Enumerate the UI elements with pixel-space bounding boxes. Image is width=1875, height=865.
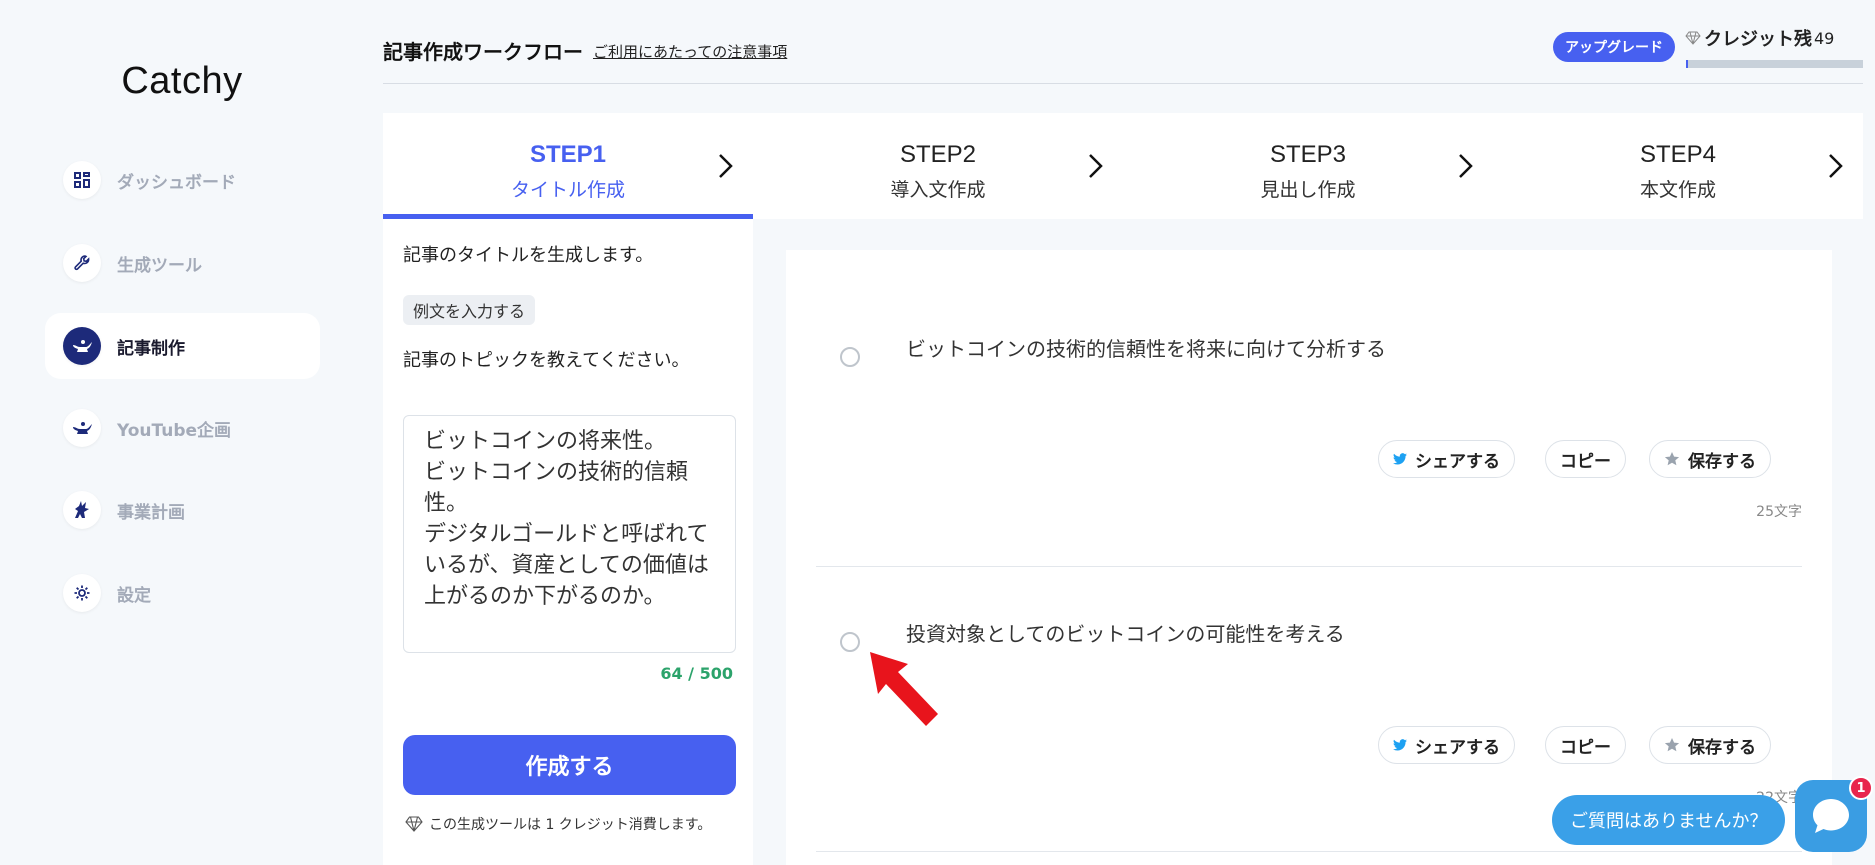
twitter-icon — [1393, 739, 1407, 751]
step-number: STEP1 — [529, 141, 607, 168]
star-icon — [1664, 452, 1680, 466]
twitter-icon — [1393, 453, 1407, 465]
sidebar-item-tools[interactable]: 生成ツール — [45, 230, 320, 296]
top-header: 記事作成ワークフロー ご利用にあたっての注意事項 アップグレード クレジット残 … — [383, 0, 1863, 84]
sidebar-item-article[interactable]: 記事制作 — [45, 313, 320, 379]
chevron-right-icon — [1089, 154, 1103, 178]
star-icon — [1664, 738, 1680, 752]
input-panel: 記事のタイトルを生成します。 例文を入力する 記事のトピックを教えてください。 … — [383, 219, 753, 865]
step-label: タイトル作成 — [510, 179, 625, 201]
notification-badge: 1 — [1849, 776, 1873, 800]
workflow-steps: STEP1 タイトル作成 STEP2 導入文作成 STEP3 見出し作成 STE… — [383, 113, 1863, 219]
chat-icon — [1813, 799, 1849, 833]
step-1-tab[interactable]: STEP1 タイトル作成 — [383, 113, 753, 219]
share-label: シェアする — [1415, 737, 1500, 758]
app-logo[interactable]: Catchy — [0, 60, 364, 103]
diamond-icon — [405, 816, 423, 832]
step-label: 導入文作成 — [890, 179, 986, 201]
sidebar-item-label: 設定 — [117, 585, 151, 606]
results-panel: ビットコインの技術的信頼性を将来に向けて分析する シェアする コピー 保存する … — [786, 250, 1832, 865]
step-number: STEP2 — [899, 141, 977, 168]
save-button[interactable]: 保存する — [1649, 440, 1771, 478]
dashboard-icon — [63, 161, 101, 199]
create-button[interactable]: 作成する — [403, 735, 736, 795]
unicorn-icon — [63, 491, 101, 529]
annotation-arrow-icon — [870, 652, 938, 726]
credit-balance: クレジット残 49 — [1685, 25, 1834, 51]
character-count: 64 / 500 — [660, 664, 733, 683]
sidebar-item-label: 記事制作 — [117, 338, 185, 359]
result-title: 投資対象としてのビットコインの可能性を考える — [906, 622, 1345, 646]
sidebar-item-business-plan[interactable]: 事業計画 — [45, 477, 320, 543]
copy-button[interactable]: コピー — [1545, 440, 1626, 478]
chevron-right-icon — [1829, 154, 1843, 178]
result-radio[interactable] — [840, 632, 860, 652]
chat-prompt-bubble[interactable]: ご質問はありませんか？ — [1552, 795, 1786, 845]
topic-label: 記事のトピックを教えてください。 — [403, 350, 690, 371]
credit-cost-text: この生成ツールは 1 クレジット消費します。 — [429, 817, 712, 833]
chevron-right-icon — [1459, 154, 1473, 178]
gear-icon — [63, 574, 101, 612]
tool-description: 記事のタイトルを生成します。 — [403, 245, 654, 266]
result-divider — [816, 851, 1802, 852]
usage-notice-link[interactable]: ご利用にあたっての注意事項 — [593, 41, 787, 62]
credit-progress-bar — [1686, 60, 1863, 68]
step-2-tab[interactable]: STEP2 導入文作成 — [753, 113, 1123, 219]
share-button[interactable]: シェアする — [1378, 726, 1515, 764]
step-number: STEP4 — [1639, 141, 1717, 168]
save-label: 保存する — [1688, 737, 1756, 758]
credit-label: クレジット残 — [1704, 29, 1812, 50]
page-title: 記事作成ワークフロー — [383, 40, 583, 64]
share-label: シェアする — [1415, 451, 1500, 472]
step-label: 見出し作成 — [1260, 179, 1356, 201]
copy-button[interactable]: コピー — [1545, 726, 1626, 764]
sidebar-item-dashboard[interactable]: ダッシュボード — [45, 147, 320, 213]
step-label: 本文作成 — [1639, 179, 1716, 201]
step-3-tab[interactable]: STEP3 見出し作成 — [1123, 113, 1493, 219]
result-title: ビットコインの技術的信頼性を将来に向けて分析する — [906, 337, 1386, 361]
save-button[interactable]: 保存する — [1649, 726, 1771, 764]
sidebar: Catchy ダッシュボード 生成ツール 記事制作 YouTube企画 事業計画 — [0, 0, 370, 865]
result-length: 25文字 — [1756, 504, 1802, 520]
sidebar-item-label: 事業計画 — [117, 502, 185, 523]
sidebar-item-youtube[interactable]: YouTube企画 — [45, 395, 320, 461]
step-4-tab[interactable]: STEP4 本文作成 — [1493, 113, 1863, 219]
insert-example-button[interactable]: 例文を入力する — [403, 295, 536, 325]
genie-lamp-icon — [63, 327, 101, 365]
result-radio[interactable] — [840, 347, 860, 367]
credit-progress-fill — [1686, 60, 1688, 68]
sidebar-item-label: YouTube企画 — [117, 420, 232, 441]
save-label: 保存する — [1688, 451, 1756, 472]
sidebar-item-settings[interactable]: 設定 — [45, 560, 320, 626]
chevron-right-icon — [719, 154, 733, 178]
genie-lamp-icon — [63, 409, 101, 447]
diamond-icon — [1685, 31, 1701, 45]
credit-value: 49 — [1814, 28, 1835, 48]
result-divider — [816, 566, 1802, 567]
sidebar-item-label: ダッシュボード — [117, 172, 236, 193]
sidebar-item-label: 生成ツール — [117, 255, 202, 276]
step-number: STEP3 — [1269, 141, 1347, 168]
credit-cost-note: この生成ツールは 1 クレジット消費します。 — [405, 814, 711, 834]
upgrade-button[interactable]: アップグレード — [1553, 32, 1675, 62]
topic-textarea[interactable]: ビットコインの将来性。 ビットコインの技術的信頼性。 デジタルゴールドと呼ばれて… — [403, 415, 736, 653]
share-button[interactable]: シェアする — [1378, 440, 1515, 478]
wrench-icon — [63, 244, 101, 282]
